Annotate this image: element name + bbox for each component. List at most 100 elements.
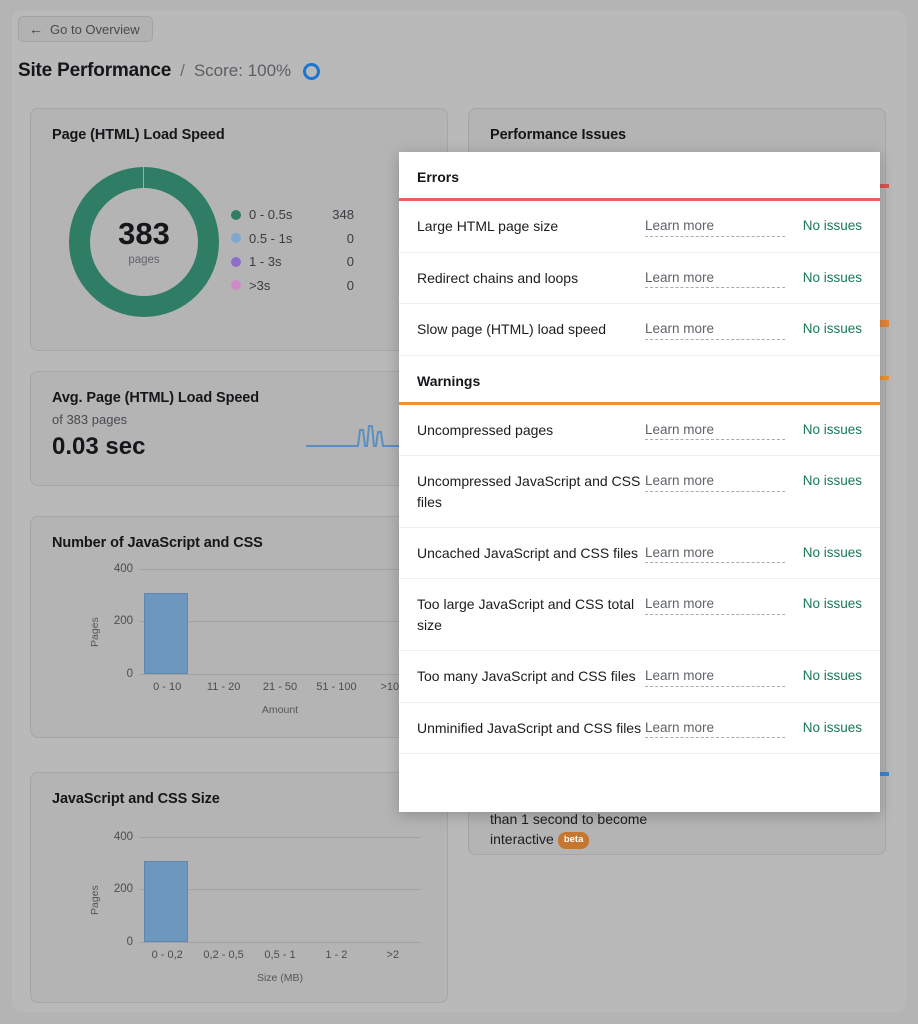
perf-issues-description: than 1 second to become interactive beta	[490, 809, 647, 850]
legend-dot-icon	[231, 209, 241, 220]
donut-center: 383 pages	[90, 188, 198, 296]
card-title: Number of JavaScript and CSS	[52, 535, 263, 551]
donut-ring: 383 pages	[69, 167, 219, 317]
issue-row[interactable]: Too many JavaScript and CSS files Learn m…	[399, 651, 880, 703]
bar-0[interactable]	[144, 593, 188, 674]
issue-row[interactable]: Uncached JavaScript and CSS files Learn m…	[399, 528, 880, 580]
load-speed-donut-chart: 383 pages	[69, 167, 219, 317]
learn-more-link[interactable]: Learn more	[645, 471, 785, 492]
x-tick-label: 0 - 10	[153, 681, 182, 693]
learn-more-link[interactable]: Learn more	[645, 319, 785, 340]
issue-status: No issues	[802, 668, 862, 683]
legend-row: 0.5 - 1s 0	[231, 227, 354, 251]
issue-row[interactable]: Redirect chains and loops Learn more No is…	[399, 253, 880, 305]
issue-name: Slow page (HTML) load speed	[417, 321, 607, 338]
issue-row[interactable]: Too large JavaScript and CSS total size L…	[399, 579, 880, 651]
errors-rule-sliver	[880, 184, 889, 188]
gridline	[139, 942, 421, 943]
avg-speed-subtitle: of 383 pages	[52, 412, 128, 427]
learn-more-link[interactable]: Learn more	[645, 718, 785, 739]
issue-name: Uncompressed pages	[417, 421, 554, 438]
issue-status: No issues	[802, 321, 862, 337]
x-tick-label: 1 - 2	[325, 949, 348, 961]
learn-more-link[interactable]: Learn more	[645, 594, 785, 615]
go-to-overview-button[interactable]: ← Go to Overview	[18, 16, 153, 42]
legend-count: 0	[346, 230, 354, 246]
y-tick: 200	[113, 615, 133, 627]
learn-more-link[interactable]: Learn more	[645, 216, 785, 237]
card-js-css-size: JavaScript and CSS Size Pages 400 200 0 …	[30, 772, 448, 1003]
issue-status: No issues	[802, 596, 862, 612]
js-size-bar-chart: Pages 400 200 0 0 - 0,2 0,2 - 0,5 0,5 - 11…	[31, 829, 449, 999]
y-axis-ticks: 400 200 0	[91, 829, 133, 999]
title-separator: /	[180, 61, 185, 80]
js-count-bar-chart: Pages 400 200 0 0 - 10 11 - 20 21 - 50 51 -…	[31, 561, 449, 731]
legend-count: 348	[332, 207, 354, 223]
bar-0[interactable]	[144, 861, 188, 942]
y-tick: 400	[113, 563, 133, 575]
x-axis-title: Size (MB)	[256, 972, 304, 984]
issue-row[interactable]: Uncompressed pages Learn more No issues	[399, 405, 880, 457]
x-tick-label: 11 - 20	[206, 681, 241, 693]
issue-name: Too many JavaScript and CSS files	[417, 668, 636, 684]
donut-total-unit: pages	[128, 254, 160, 266]
learn-more-link[interactable]: Learn more	[645, 543, 785, 564]
x-tick-label: 0,5 - 1	[264, 949, 296, 961]
x-tick-label: 51 - 100	[316, 681, 357, 693]
legend-dot-icon	[231, 256, 241, 267]
legend-count: 0	[346, 277, 354, 293]
y-tick: 0	[126, 668, 133, 680]
x-axis-labels: 0 - 10 11 - 20 21 - 50 51 - 100 >100	[139, 681, 421, 693]
issue-row[interactable]: Slow page (HTML) load speed Learn more No …	[399, 304, 880, 356]
card-title: Avg. Page (HTML) Load Speed	[52, 390, 260, 406]
card-js-css-count: Number of JavaScript and CSS Pages 400 2…	[30, 516, 448, 738]
issue-row[interactable]: Uncompressed JavaScript and CSS files Lea…	[399, 456, 880, 528]
beta-badge: beta	[557, 831, 590, 849]
legend-label: >3s	[249, 277, 271, 293]
legend-dot-icon	[231, 233, 241, 244]
issues-section-heading: Warnings	[417, 372, 481, 389]
plot-area	[139, 837, 421, 943]
warning-marker-sliver	[880, 320, 889, 327]
gridline	[139, 674, 421, 675]
legend-count: 0	[346, 254, 354, 270]
card-page-load-speed: Page (HTML) Load Speed 383 pages 0 - 0.5…	[30, 108, 448, 351]
card-title: Performance Issues	[490, 127, 627, 143]
card-avg-page-load-speed: Avg. Page (HTML) Load Speed of 383 pages…	[30, 371, 448, 486]
issue-status: No issues	[802, 269, 862, 285]
issues-section-heading: Errors	[417, 169, 460, 185]
legend-label: 1 - 3s	[249, 254, 282, 270]
issue-status: No issues	[802, 218, 862, 233]
avg-speed-value: 0.03 sec	[52, 433, 146, 460]
gridline	[139, 569, 421, 570]
issue-name: Uncached JavaScript and CSS files	[417, 544, 638, 561]
gridline	[139, 837, 421, 838]
issue-status: No issues	[802, 719, 862, 735]
donut-total-value: 383	[118, 216, 170, 251]
warnings-rule-sliver	[880, 376, 889, 380]
x-axis-labels: 0 - 0,2 0,2 - 0,5 0,5 - 1 1 - 2 >2	[139, 949, 421, 961]
performance-issues-overlay[interactable]: Errors Large HTML page size Learn more No i…	[399, 152, 880, 812]
legend-label: 0 - 0.5s	[249, 207, 293, 223]
notice-marker-sliver	[880, 772, 889, 776]
issue-name: Unminified JavaScript and CSS files	[417, 719, 642, 736]
issue-name: Large HTML page size	[417, 218, 559, 234]
legend-row: 1 - 3s 0	[231, 250, 354, 274]
learn-more-link[interactable]: Learn more	[645, 268, 785, 289]
legend-dot-icon	[231, 280, 241, 291]
y-tick: 0	[126, 936, 133, 948]
issue-row[interactable]: Unminified JavaScript and CSS files Learn…	[399, 703, 880, 755]
card-title: Page (HTML) Load Speed	[52, 127, 225, 143]
learn-more-link[interactable]: Learn more	[645, 666, 785, 687]
issue-name: Too large JavaScript and CSS total size	[417, 596, 635, 633]
issue-status: No issues	[802, 421, 862, 437]
x-tick-label: 0,2 - 0,5	[203, 949, 244, 961]
go-to-overview-label: Go to Overview	[50, 21, 140, 37]
y-tick: 400	[113, 831, 133, 843]
score-ring-icon	[303, 62, 321, 80]
y-tick: 200	[113, 883, 133, 895]
issue-row[interactable]: Large HTML page size Learn more No issues	[399, 201, 880, 253]
page-title: Site Performance / Score: 100%	[18, 60, 321, 82]
page-title-text: Site Performance	[18, 60, 172, 81]
learn-more-link[interactable]: Learn more	[645, 420, 785, 441]
